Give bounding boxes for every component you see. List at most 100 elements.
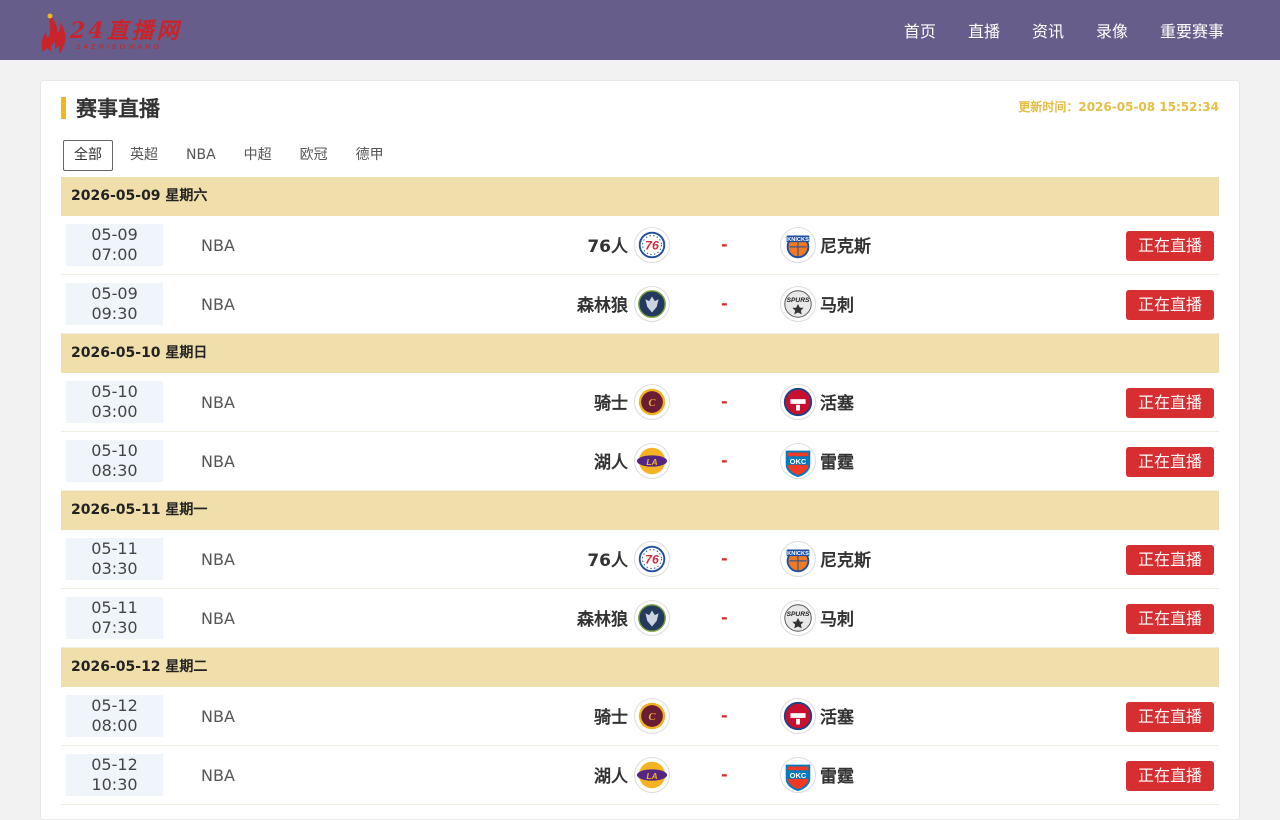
match-clock: 10:30 — [91, 775, 138, 794]
match-row: 05-10 08:30 NBA 湖人 - 雷霆 正在直播 — [61, 432, 1219, 491]
league-name: NBA — [201, 707, 235, 726]
home-team-name[interactable]: 76人 — [587, 546, 628, 571]
away-team-name[interactable]: 活塞 — [820, 703, 854, 728]
league-filter-tabs: 全部 英超 NBA 中超 欧冠 德甲 — [63, 140, 401, 171]
match-row: 05-12 10:30 NBA 湖人 - 雷霆 正在直播 — [61, 746, 1219, 805]
thunder-logo-icon — [780, 443, 816, 479]
home-team-name[interactable]: 骑士 — [594, 703, 628, 728]
live-button[interactable]: 正在直播 — [1126, 231, 1214, 261]
match-time: 05-10 08:30 — [66, 440, 163, 482]
away-team-logo[interactable] — [780, 600, 816, 636]
away-team-logo[interactable] — [780, 541, 816, 577]
home-team-logo[interactable] — [634, 227, 670, 263]
lakers-logo-icon — [634, 757, 670, 793]
away-team-logo[interactable] — [780, 286, 816, 322]
live-button[interactable]: 正在直播 — [1126, 290, 1214, 320]
home-team-logo[interactable] — [634, 698, 670, 734]
nav-news[interactable]: 资讯 — [1032, 18, 1064, 42]
match-clock: 03:00 — [91, 402, 138, 421]
live-schedule-panel: 赛事直播 更新时间：2026-05-08 15:52:34 全部 英超 NBA … — [40, 80, 1240, 820]
wolves-logo-icon — [634, 286, 670, 322]
score-separator: - — [721, 608, 728, 627]
away-team-name[interactable]: 活塞 — [820, 389, 854, 414]
match-row: 05-09 07:00 NBA 76人 - 尼克斯 正在直播 — [61, 216, 1219, 275]
match-time: 05-11 07:30 — [66, 597, 163, 639]
home-team-name[interactable]: 骑士 — [594, 389, 628, 414]
home-team-logo[interactable] — [634, 286, 670, 322]
main-nav: 首页 直播 资讯 录像 重要赛事 — [872, 0, 1224, 60]
sixers-logo-icon — [634, 541, 670, 577]
match-clock: 09:30 — [91, 304, 138, 323]
cavs-logo-icon — [634, 384, 670, 420]
tab-all[interactable]: 全部 — [63, 140, 113, 171]
away-team-name[interactable]: 雷霆 — [820, 762, 854, 787]
score-separator: - — [721, 706, 728, 725]
top-navigation-bar: 24直播网 24ZHIBOWANG 首页 直播 资讯 录像 重要赛事 — [0, 0, 1280, 60]
score-separator: - — [721, 451, 728, 470]
live-button[interactable]: 正在直播 — [1126, 388, 1214, 418]
away-team-name[interactable]: 雷霆 — [820, 448, 854, 473]
knicks-logo-icon — [780, 541, 816, 577]
away-team-logo[interactable] — [780, 384, 816, 420]
home-team-name[interactable]: 森林狼 — [577, 605, 628, 630]
match-date: 05-12 — [91, 755, 138, 774]
away-team-name[interactable]: 尼克斯 — [820, 232, 871, 257]
match-clock: 07:00 — [91, 245, 138, 264]
league-name: NBA — [201, 236, 235, 255]
tab-csl[interactable]: 中超 — [233, 140, 283, 171]
nav-home[interactable]: 首页 — [904, 18, 936, 42]
match-row: 05-11 03:30 NBA 76人 - 尼克斯 正在直播 — [61, 530, 1219, 589]
away-team-logo[interactable] — [780, 698, 816, 734]
score-separator: - — [721, 392, 728, 411]
update-time: 更新时间：2026-05-08 15:52:34 — [1018, 100, 1219, 114]
away-team-logo[interactable] — [780, 443, 816, 479]
nav-replays[interactable]: 录像 — [1096, 18, 1128, 42]
tab-nba[interactable]: NBA — [175, 140, 227, 171]
match-list: 2026-05-09 星期六 05-09 07:00 NBA 76人 - 尼克斯 正在直播 05… — [61, 177, 1219, 805]
match-row: 05-09 09:30 NBA 森林狼 - 马刺 正在直播 — [61, 275, 1219, 334]
date-header: 2026-05-10 星期日 — [61, 334, 1219, 373]
tab-champions-league[interactable]: 欧冠 — [289, 140, 339, 171]
away-team-logo[interactable] — [780, 757, 816, 793]
pistons-logo-icon — [780, 384, 816, 420]
match-time: 05-12 10:30 — [66, 754, 163, 796]
home-team-name[interactable]: 森林狼 — [577, 291, 628, 316]
home-team-logo[interactable] — [634, 757, 670, 793]
thunder-logo-icon — [780, 757, 816, 793]
match-date: 05-11 — [91, 539, 138, 558]
wolves-logo-icon — [634, 600, 670, 636]
match-clock: 08:00 — [91, 716, 138, 735]
away-team-name[interactable]: 马刺 — [820, 605, 854, 630]
nav-live[interactable]: 直播 — [968, 18, 1000, 42]
panel-heading: 赛事直播 — [61, 96, 160, 121]
match-date: 05-09 — [91, 284, 138, 303]
home-team-name[interactable]: 湖人 — [594, 762, 628, 787]
score-separator: - — [721, 765, 728, 784]
away-team-name[interactable]: 尼克斯 — [820, 546, 871, 571]
live-button[interactable]: 正在直播 — [1126, 545, 1214, 575]
home-team-name[interactable]: 76人 — [587, 232, 628, 257]
logo-text[interactable]: 24直播网 — [70, 13, 182, 45]
home-team-logo[interactable] — [634, 600, 670, 636]
sixers-logo-icon — [634, 227, 670, 263]
match-clock: 03:30 — [91, 559, 138, 578]
live-button[interactable]: 正在直播 — [1126, 604, 1214, 634]
home-team-logo[interactable] — [634, 541, 670, 577]
home-team-logo[interactable] — [634, 384, 670, 420]
match-clock: 08:30 — [91, 461, 138, 480]
knicks-logo-icon — [780, 227, 816, 263]
match-date: 05-10 — [91, 382, 138, 401]
live-button[interactable]: 正在直播 — [1126, 447, 1214, 477]
tab-premier-league[interactable]: 英超 — [119, 140, 169, 171]
home-team-name[interactable]: 湖人 — [594, 448, 628, 473]
live-button[interactable]: 正在直播 — [1126, 761, 1214, 791]
score-separator: - — [721, 294, 728, 313]
spurs-logo-icon — [780, 600, 816, 636]
away-team-name[interactable]: 马刺 — [820, 291, 854, 316]
live-button[interactable]: 正在直播 — [1126, 702, 1214, 732]
home-team-logo[interactable] — [634, 443, 670, 479]
nav-major-events[interactable]: 重要赛事 — [1160, 18, 1224, 42]
tab-bundesliga[interactable]: 德甲 — [345, 140, 395, 171]
match-time: 05-11 03:30 — [66, 538, 163, 580]
away-team-logo[interactable] — [780, 227, 816, 263]
